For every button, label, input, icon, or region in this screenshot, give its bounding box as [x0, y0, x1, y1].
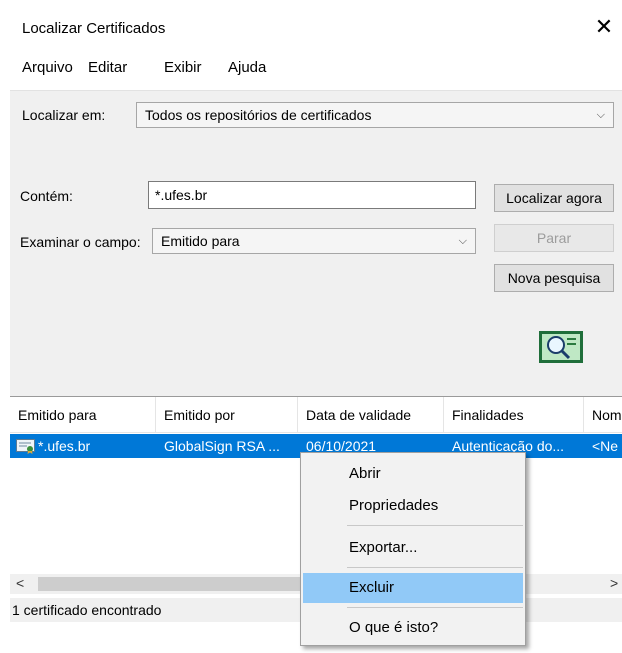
contains-input[interactable]: *.ufes.br — [148, 181, 476, 209]
context-item-delete[interactable]: Excluir — [303, 573, 523, 603]
list-header: Emitido para Emitido por Data de validad… — [10, 397, 622, 433]
menu-ajuda[interactable]: Ajuda — [228, 56, 266, 80]
column-header[interactable]: Data de validade — [298, 397, 444, 433]
column-header[interactable]: Nom — [584, 397, 622, 433]
menu-editar[interactable]: Editar — [88, 56, 127, 80]
location-label: Localizar em: — [22, 107, 106, 123]
scroll-right-icon[interactable]: > — [610, 575, 618, 591]
menu-bar: Arquivo Editar Exibir Ajuda — [0, 56, 622, 80]
stop-button[interactable]: Parar — [494, 224, 614, 252]
field-select[interactable]: Emitido para ⌵ — [152, 228, 476, 254]
context-item-help[interactable]: O que é isto? — [303, 613, 523, 643]
chevron-down-icon: ⌵ — [458, 235, 467, 247]
context-separator — [347, 525, 523, 526]
column-header[interactable]: Emitido por — [156, 397, 298, 433]
field-value: Emitido para — [161, 233, 240, 249]
window-title: Localizar Certificados — [22, 20, 166, 37]
menu-exibir[interactable]: Exibir — [164, 56, 202, 80]
certificate-icon — [16, 438, 36, 454]
find-now-button[interactable]: Localizar agora — [494, 184, 614, 212]
context-separator — [347, 567, 523, 568]
context-item-export[interactable]: Exportar... — [303, 533, 523, 563]
new-search-button[interactable]: Nova pesquisa — [494, 264, 614, 292]
context-separator — [347, 607, 523, 608]
column-header[interactable]: Emitido para — [10, 397, 156, 433]
contains-label: Contém: — [20, 188, 73, 204]
location-select[interactable]: Todos os repositórios de certificados ⌵ — [136, 102, 614, 128]
cell-issued-to: *.ufes.br — [38, 438, 91, 454]
column-header[interactable]: Finalidades — [444, 397, 584, 433]
close-icon[interactable]: ✕ — [592, 14, 616, 40]
menu-arquivo[interactable]: Arquivo — [22, 56, 73, 80]
field-label: Examinar o campo: — [20, 234, 141, 250]
scrollbar-thumb[interactable] — [38, 577, 300, 591]
status-text: 1 certificado encontrado — [12, 602, 162, 618]
context-item-open[interactable]: Abrir — [303, 459, 523, 489]
chevron-down-icon: ⌵ — [596, 109, 605, 121]
context-menu: Abrir Propriedades Exportar... Excluir O… — [300, 452, 526, 646]
location-value: Todos os repositórios de certificados — [145, 107, 372, 123]
cell-issued-by: GlobalSign RSA ... — [164, 438, 280, 454]
search-animation-icon — [538, 330, 584, 364]
scroll-left-icon[interactable]: < — [16, 575, 24, 591]
cell-name: <Ne — [592, 438, 619, 454]
context-item-properties[interactable]: Propriedades — [303, 491, 523, 521]
